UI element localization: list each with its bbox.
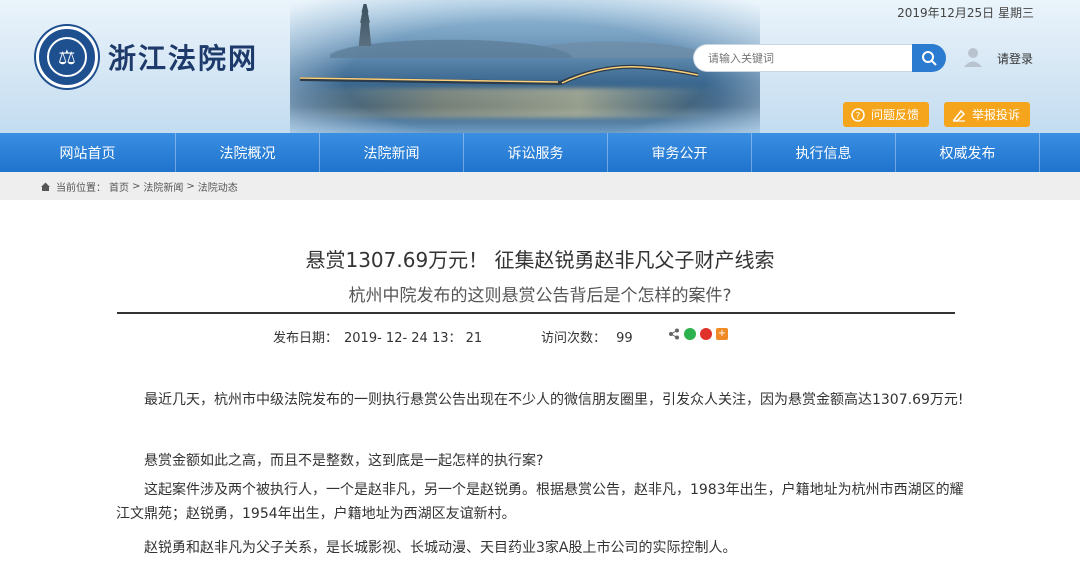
share-icon[interactable] bbox=[668, 328, 680, 340]
article-title: 悬赏1307.69万元！ 征集赵锐勇赵非凡父子财产线索 bbox=[305, 248, 775, 272]
publish-label: 发布日期： bbox=[273, 331, 339, 346]
share-bar: + bbox=[668, 328, 728, 340]
main-nav: 网站首页 法院概况 法院新闻 诉讼服务 审务公开 执行信息 权威发布 bbox=[0, 133, 1080, 172]
question-icon: ? bbox=[851, 107, 865, 122]
article-paragraph: 悬赏金额如此之高，而且不是整数，这到底是一起怎样的执行案? bbox=[144, 453, 544, 469]
breadcrumb-court-dynamics[interactable]: 法院动态 bbox=[198, 179, 238, 194]
visit-info: 访问次数： 99 bbox=[541, 327, 633, 346]
visits-count: 99 bbox=[616, 331, 633, 346]
emblem-scale-icon: ⚖ bbox=[47, 37, 87, 77]
nav-enforcement-info[interactable]: 执行信息 bbox=[752, 133, 896, 172]
nav-court-news[interactable]: 法院新闻 bbox=[320, 133, 464, 172]
nav-litigation-service[interactable]: 诉讼服务 bbox=[464, 133, 608, 172]
nav-home[interactable]: 网站首页 bbox=[0, 133, 176, 172]
nav-court-overview[interactable]: 法院概况 bbox=[176, 133, 320, 172]
title-divider bbox=[117, 312, 955, 314]
publish-info: 发布日期： 2019- 12- 24 13： 21 bbox=[273, 327, 482, 346]
breadcrumb-court-news[interactable]: 法院新闻 bbox=[143, 179, 183, 194]
visits-label: 访问次数： bbox=[541, 331, 607, 346]
article-paragraph: 赵锐勇和赵非凡为父子关系，是长城影视、长城动漫、天目药业3家A股上市公司的实际控… bbox=[144, 540, 737, 556]
report-button[interactable]: 举报投诉 bbox=[944, 102, 1031, 127]
article-paragraph: 这起案件涉及两个被执行人，一个是赵非凡，另一个是赵锐勇。根据悬赏公告，赵非凡，1… bbox=[116, 482, 964, 522]
hills-decoration bbox=[330, 28, 730, 58]
login-link[interactable]: 请登录 bbox=[997, 50, 1033, 67]
publish-date: 2019- 12- 24 13： 21 bbox=[344, 331, 483, 346]
feedback-button[interactable]: ? 问题反馈 bbox=[843, 102, 930, 127]
nav-authoritative-release[interactable]: 权威发布 bbox=[896, 133, 1040, 172]
plus-share-icon[interactable]: + bbox=[716, 328, 728, 340]
weibo-icon[interactable] bbox=[700, 328, 712, 340]
header-banner: ⚖ 浙江法院网 2019年12月25日 星期三 请登录 ? 问题反馈 举报投诉 bbox=[0, 0, 1080, 133]
breadcrumb: 当前位置： 首页 > 法院新闻 > 法院动态 bbox=[0, 172, 1080, 200]
breadcrumb-separator: > bbox=[186, 180, 195, 192]
feedback-label: 问题反馈 bbox=[871, 108, 920, 122]
breadcrumb-label: 当前位置： bbox=[56, 182, 106, 194]
search-input[interactable] bbox=[693, 44, 912, 72]
article-paragraph: 最近几天，杭州市中级法院发布的一则执行悬赏公告出现在不少人的微信朋友圈里，引发众… bbox=[144, 392, 964, 408]
site-logo[interactable]: ⚖ 浙江法院网 bbox=[36, 26, 258, 88]
site-name: 浙江法院网 bbox=[108, 42, 259, 75]
water-reflection bbox=[300, 88, 720, 118]
search-button[interactable] bbox=[912, 44, 946, 72]
article-subtitle: 杭州中院发布的这则悬赏公告背后是个怎样的案件? bbox=[348, 286, 732, 306]
report-label: 举报投诉 bbox=[972, 108, 1021, 122]
report-icon bbox=[952, 109, 966, 122]
search-icon bbox=[922, 51, 937, 66]
search-bar bbox=[693, 44, 946, 72]
nav-judicial-openness[interactable]: 审务公开 bbox=[608, 133, 752, 172]
home-icon bbox=[41, 182, 50, 191]
breadcrumb-home[interactable]: 首页 bbox=[109, 179, 129, 194]
wechat-icon[interactable] bbox=[684, 328, 696, 340]
breadcrumb-separator: > bbox=[132, 180, 141, 192]
current-date: 2019年12月25日 星期三 bbox=[897, 6, 1034, 20]
svg-text:?: ? bbox=[856, 111, 861, 121]
user-icon[interactable] bbox=[962, 46, 984, 68]
court-emblem-icon: ⚖ bbox=[36, 26, 98, 88]
